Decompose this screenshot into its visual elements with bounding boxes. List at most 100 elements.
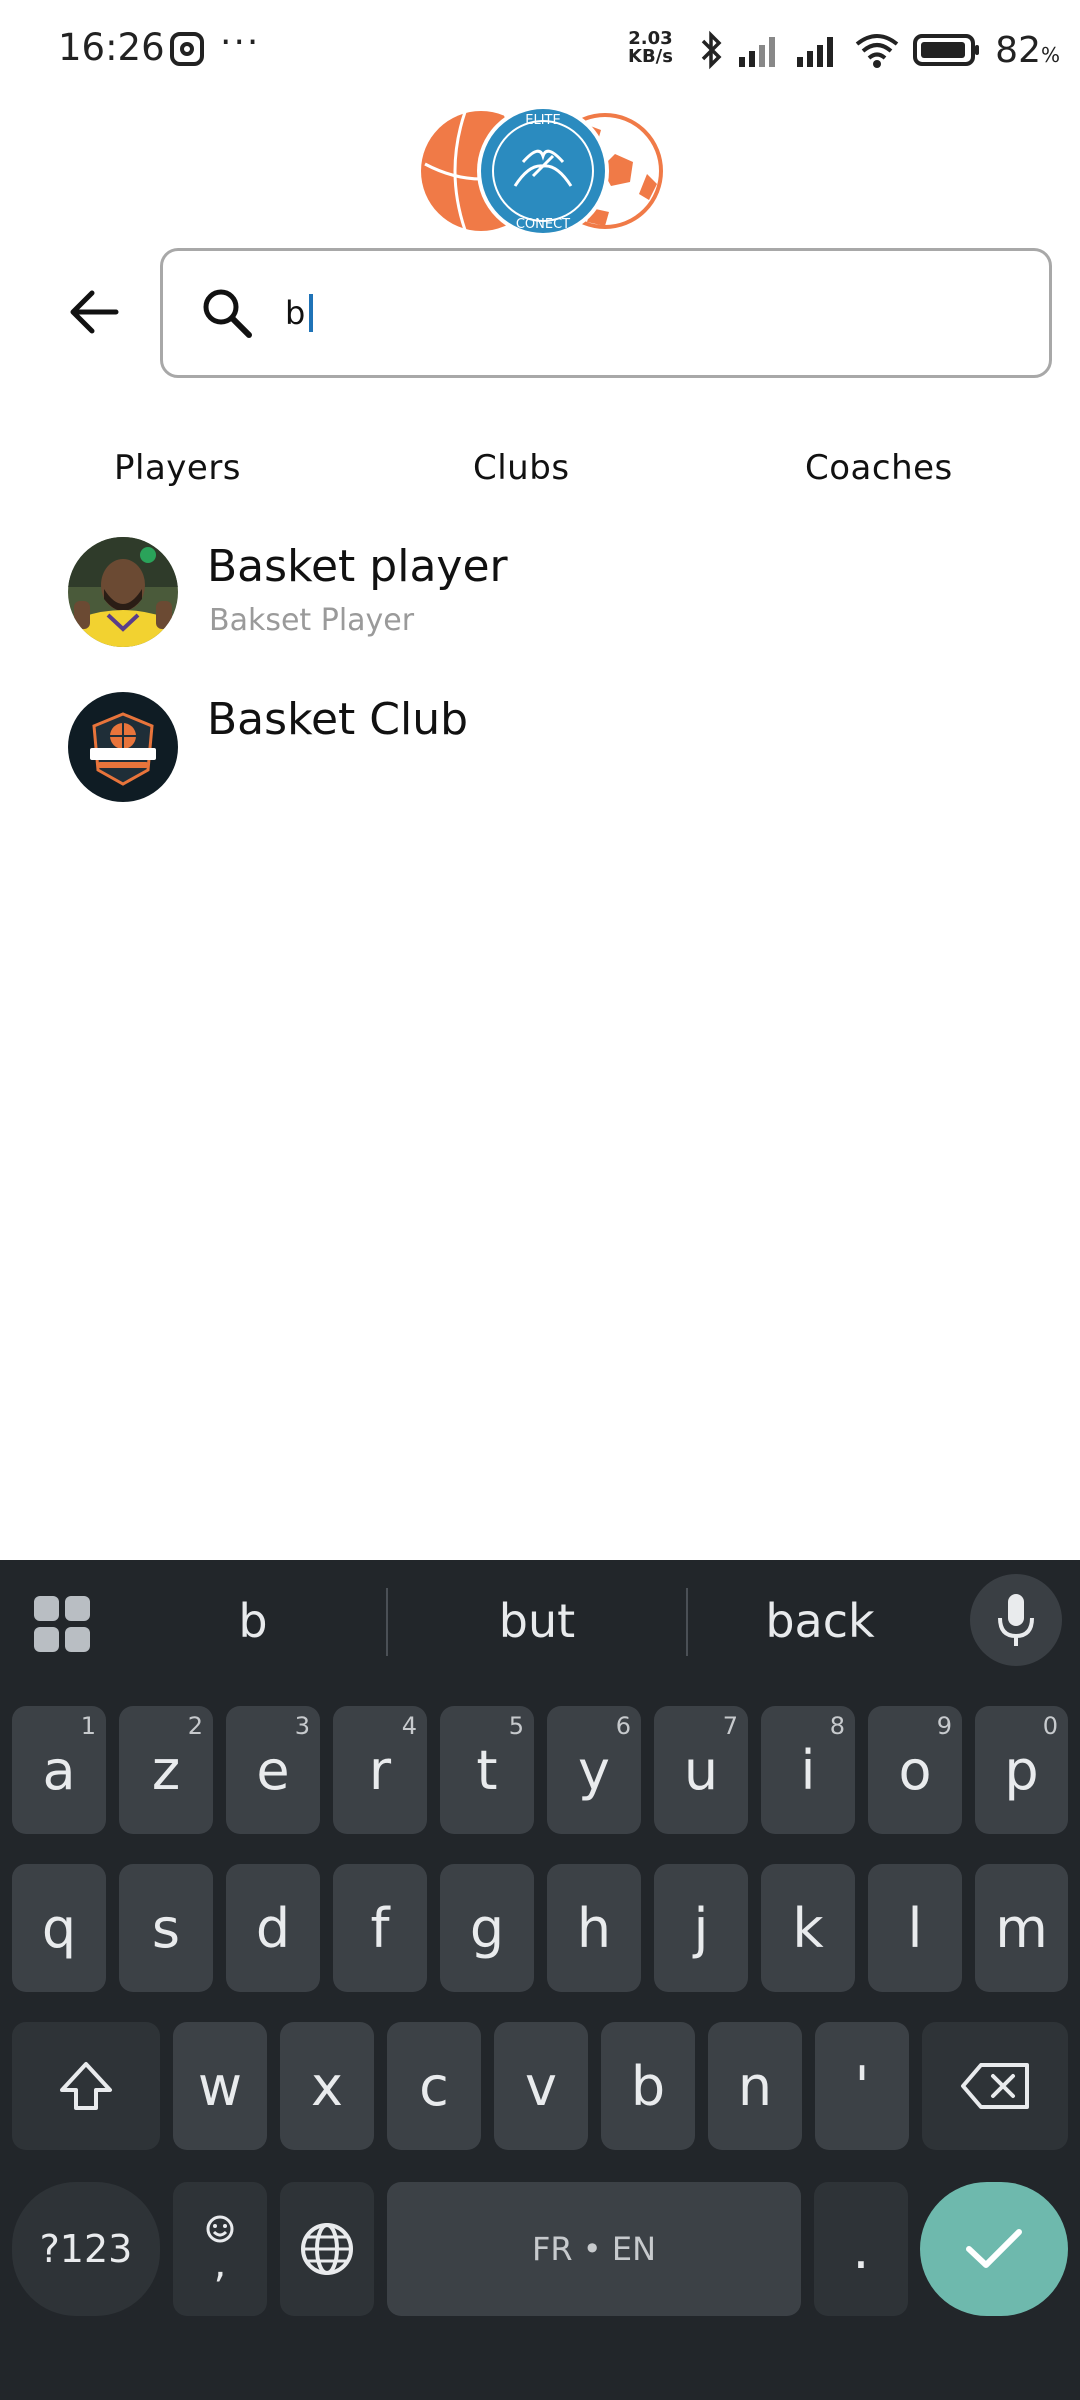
key-n[interactable]: n: [708, 2022, 802, 2150]
key-h[interactable]: h: [547, 1864, 641, 1992]
key-k[interactable]: k: [761, 1864, 855, 1992]
key-c[interactable]: c: [387, 2022, 481, 2150]
symbols-key[interactable]: ?123: [12, 2182, 160, 2316]
key-s[interactable]: s: [119, 1864, 213, 1992]
list-item[interactable]: Basket Club: [66, 688, 1026, 808]
search-input[interactable]: b: [160, 248, 1052, 378]
key-r[interactable]: r4: [333, 1706, 427, 1834]
key-g[interactable]: g: [440, 1864, 534, 1992]
tab-clubs[interactable]: Clubs: [473, 448, 570, 488]
key-a[interactable]: a1: [12, 1706, 106, 1834]
key-hint: 9: [936, 1712, 952, 1740]
space-key[interactable]: FR • EN: [387, 2182, 801, 2316]
key-label: t: [476, 1738, 498, 1802]
battery-percent-unit: %: [1040, 42, 1060, 67]
tab-coaches[interactable]: Coaches: [805, 448, 953, 488]
key-m[interactable]: m: [975, 1864, 1068, 1992]
key-w[interactable]: w: [173, 2022, 267, 2150]
globe-icon: [301, 2223, 353, 2275]
signal-1-icon: [739, 37, 776, 67]
battery-icon: [913, 34, 980, 66]
shift-key[interactable]: [12, 2022, 160, 2150]
key-z[interactable]: z2: [119, 1706, 213, 1834]
key-i[interactable]: i8: [761, 1706, 855, 1834]
microphone-button[interactable]: [970, 1574, 1062, 1666]
key-hint: 4: [401, 1712, 417, 1740]
emoji-comma-key[interactable]: ,: [173, 2182, 267, 2316]
back-button[interactable]: [62, 280, 126, 344]
key-q[interactable]: q: [12, 1864, 106, 1992]
key-l[interactable]: l: [868, 1864, 962, 1992]
key-label: y: [578, 1738, 610, 1802]
divider: [386, 1588, 388, 1656]
signal-2-icon: [797, 37, 834, 67]
key-y[interactable]: y6: [547, 1706, 641, 1834]
key-label: p: [1004, 1738, 1039, 1802]
key-p[interactable]: p0: [975, 1706, 1068, 1834]
key-label: e: [256, 1738, 290, 1802]
key-j[interactable]: j: [654, 1864, 748, 1992]
key-u[interactable]: u7: [654, 1706, 748, 1834]
result-title: Basket player: [207, 541, 508, 592]
key-x[interactable]: x: [280, 2022, 374, 2150]
battery-percent: 82%: [995, 30, 1060, 71]
suggestion-1[interactable]: b: [128, 1594, 378, 1648]
elite-conect-logo: ELITE CONECT: [415, 104, 665, 238]
backspace-icon: [961, 2063, 1029, 2109]
key-hint: 6: [615, 1712, 631, 1740]
key-hint: 7: [722, 1712, 738, 1740]
key-b[interactable]: b: [601, 2022, 695, 2150]
divider: [686, 1588, 688, 1656]
key-o[interactable]: o9: [868, 1706, 962, 1834]
avatar: [68, 692, 178, 802]
tab-players[interactable]: Players: [114, 448, 241, 488]
key-label: r: [368, 1738, 392, 1802]
suggestion-bar: b but back: [0, 1560, 1080, 1690]
comma-label: ,: [213, 2241, 227, 2287]
emoji-icon: [206, 2215, 234, 2243]
period-key[interactable]: .: [814, 2182, 908, 2316]
backspace-key[interactable]: [922, 2022, 1068, 2150]
network-speed: 2.03 KB/s: [628, 30, 673, 66]
wifi-icon: [855, 34, 899, 68]
keyboard: b but back a1 z2 e3 r4 t5 y6 u7 i8 o9 p0…: [0, 1560, 1080, 2400]
status-time: 16:26: [58, 26, 165, 69]
key-hint: 3: [294, 1712, 310, 1740]
search-icon: [203, 289, 252, 338]
suggestion-3[interactable]: back: [695, 1594, 945, 1648]
list-item[interactable]: Basket player Bakset Player: [66, 533, 1026, 653]
status-bar: 16:26 ··· 2.03 KB/s 82%: [0, 0, 1080, 100]
instagram-icon: [170, 32, 204, 66]
key-e[interactable]: e3: [226, 1706, 320, 1834]
checkmark-icon: [966, 2229, 1022, 2268]
key-d[interactable]: d: [226, 1864, 320, 1992]
suggestion-2[interactable]: but: [412, 1594, 662, 1648]
status-icons: 82%: [699, 28, 1060, 72]
result-title: Basket Club: [207, 694, 469, 745]
key-v[interactable]: v: [494, 2022, 588, 2150]
key-hint: 2: [187, 1712, 203, 1740]
text-cursor: [309, 294, 314, 332]
logo-bottom-text: CONECT: [516, 217, 570, 232]
key-f[interactable]: f: [333, 1864, 427, 1992]
key-label: z: [151, 1738, 181, 1802]
bluetooth-icon: [701, 30, 722, 70]
language-key[interactable]: [280, 2182, 374, 2316]
shift-icon: [60, 2062, 112, 2110]
result-subtitle: Bakset Player: [209, 603, 415, 638]
key-label: o: [898, 1738, 932, 1802]
enter-button[interactable]: [920, 2182, 1068, 2316]
key-apostrophe[interactable]: ': [815, 2022, 909, 2150]
battery-percent-value: 82: [995, 29, 1041, 71]
logo-top-text: ELITE: [525, 113, 560, 128]
microphone-icon: [998, 1594, 1034, 1646]
network-speed-unit: KB/s: [628, 46, 673, 67]
key-hint: 0: [1042, 1712, 1058, 1740]
key-hint: 5: [508, 1712, 524, 1740]
more-notifications-icon: ···: [220, 22, 261, 63]
apps-grid-icon[interactable]: [34, 1596, 90, 1652]
key-t[interactable]: t5: [440, 1706, 534, 1834]
key-hint: 1: [80, 1712, 96, 1740]
key-label: u: [683, 1738, 719, 1802]
key-label: a: [42, 1738, 76, 1802]
